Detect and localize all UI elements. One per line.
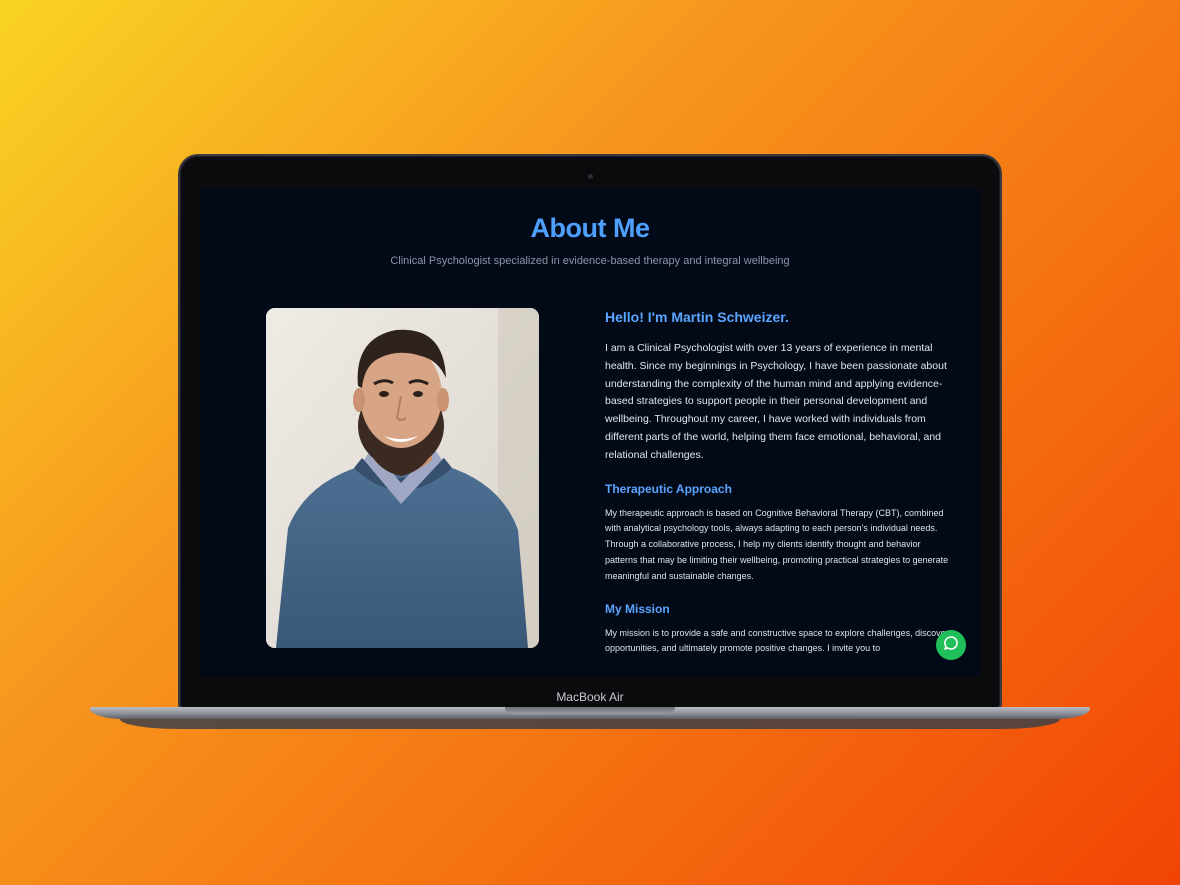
- section-heading-therapeutic-approach: Therapeutic Approach: [605, 481, 732, 496]
- portrait-illustration: [266, 308, 539, 648]
- section-text-therapeutic-approach: My therapeutic approach is based on Cogn…: [605, 507, 949, 581]
- page-title: About Me: [530, 213, 650, 243]
- device-label: MacBook Air: [556, 690, 624, 704]
- laptop-lid: About Me Clinical Psychologist specializ…: [180, 156, 1000, 708]
- profile-photo: [266, 308, 539, 648]
- screen: About Me Clinical Psychologist specializ…: [200, 189, 980, 676]
- chat-bubble-icon: [943, 635, 959, 656]
- laptop-opening-notch: [505, 707, 675, 714]
- page-subtitle: Clinical Psychologist specialized in evi…: [390, 255, 790, 267]
- section-text-my-mission: My mission is to provide a safe and cons…: [605, 627, 949, 654]
- greeting-heading: Hello! I'm Martin Schweizer.: [605, 309, 789, 325]
- chat-button[interactable]: [936, 630, 966, 660]
- camera-dot: [588, 174, 593, 179]
- section-heading-my-mission: My Mission: [605, 601, 670, 616]
- laptop-base-underside: [120, 719, 1060, 729]
- intro-paragraph: I am a Clinical Psychologist with over 1…: [605, 342, 947, 461]
- about-content: Hello! I'm Martin Schweizer. I am a Clin…: [605, 309, 955, 674]
